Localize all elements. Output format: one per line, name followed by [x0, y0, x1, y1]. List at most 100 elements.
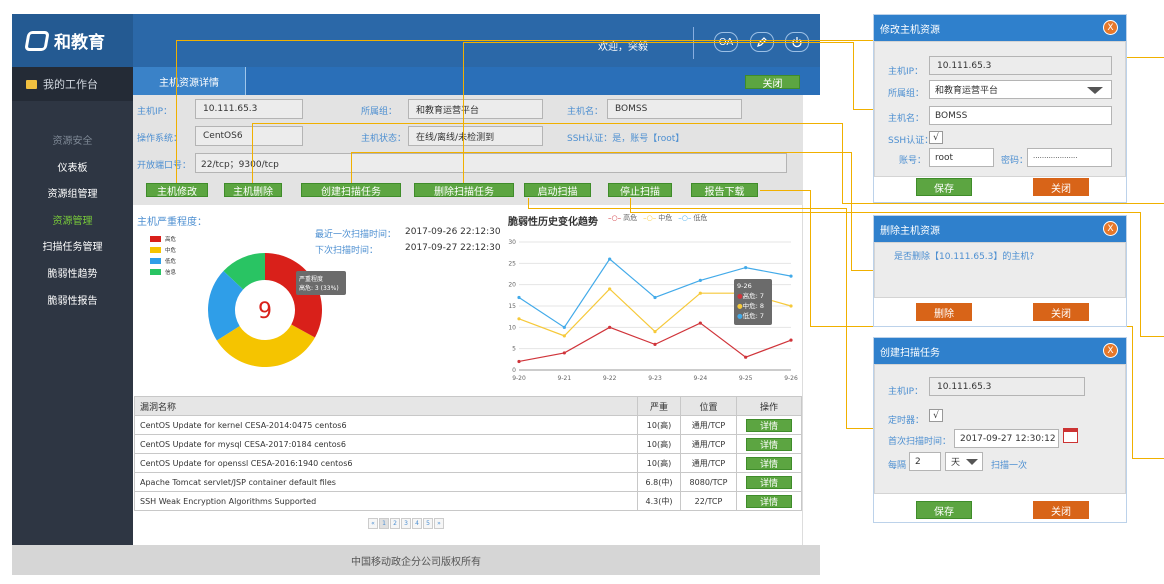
first-scan-time-input[interactable]: 2017-09-27 12:30:12 — [954, 429, 1059, 448]
timer-checkbox[interactable]: √ — [929, 409, 943, 422]
scan-ip-label: 主机IP： — [888, 387, 924, 397]
sidebar-item-resources[interactable]: 资源管理 — [12, 212, 133, 227]
interval-unit-select[interactable]: 天 — [945, 452, 983, 471]
edit-password-input[interactable]: ···················· — [1027, 148, 1112, 167]
delete-host-button[interactable]: 主机删除 — [224, 183, 282, 198]
edit-group-select[interactable]: 和教育运营平台 — [929, 80, 1112, 99]
edit-group-label: 所属组： — [888, 89, 925, 99]
page-link[interactable]: 1 — [379, 518, 389, 529]
y-tick-label: 30 — [508, 239, 516, 246]
close-icon[interactable]: X — [1103, 20, 1118, 35]
detail-button[interactable]: 详情 — [746, 494, 792, 508]
edit-hostname-input[interactable]: BOMSS — [929, 106, 1112, 125]
data-point — [698, 321, 702, 325]
sidebar-item-vuln-report[interactable]: 脆弱性报告 — [12, 292, 133, 307]
chevron-down-icon — [966, 459, 978, 465]
edit-save-button[interactable]: 保存 — [916, 178, 972, 196]
tab-host-detail[interactable]: 主机资源详情 — [133, 67, 246, 95]
page-link[interactable]: 4 — [412, 518, 422, 529]
edit-close-button[interactable]: 关闭 — [1033, 178, 1089, 196]
divider — [693, 27, 694, 59]
every-label: 每隔 — [888, 461, 907, 471]
y-tick-label: 25 — [508, 260, 516, 267]
vuln-name: CentOS Update for kernel CESA-2014:0475 … — [134, 415, 638, 435]
page-link[interactable]: » — [434, 518, 444, 529]
pagination: «1 2 3 4 5» — [368, 518, 444, 529]
detail-button[interactable]: 详情 — [746, 456, 792, 470]
edit-account-input[interactable]: root — [929, 148, 994, 167]
edit-host-button[interactable]: 主机修改 — [146, 183, 208, 198]
calendar-icon[interactable] — [1063, 428, 1078, 443]
data-point — [562, 325, 566, 329]
page-link[interactable]: 3 — [401, 518, 411, 529]
scan-save-button[interactable]: 保存 — [916, 501, 972, 519]
detail-button[interactable]: 详情 — [746, 418, 792, 432]
vuln-location: 通用/TCP — [680, 453, 737, 473]
data-point — [789, 304, 793, 308]
table-row: Apache Tomcat servlet/JSP container defa… — [134, 472, 802, 492]
data-point — [608, 257, 612, 261]
data-point — [517, 295, 521, 300]
trend-legend-item: –○– 高危 — [608, 214, 638, 222]
vuln-table: 漏洞名称 严重 位置 操作 CentOS Update for kernel C… — [134, 396, 802, 511]
footer: 中国移动政企分公司版权所有 — [12, 545, 820, 575]
series-line — [518, 322, 792, 363]
hostname-label: 主机名： — [567, 107, 604, 117]
sidebar-workbench[interactable]: 我的工作台 — [12, 67, 133, 101]
data-point — [562, 334, 566, 338]
start-scan-button[interactable]: 启动扫描 — [524, 183, 591, 198]
edit-dialog-header: 修改主机资源 X — [874, 15, 1126, 41]
data-point — [698, 278, 702, 282]
close-tab-button[interactable]: 关闭 — [745, 75, 800, 90]
create-scan-dialog: 创建扫描任务 X 主机IP： 10.111.65.3 定时器： √ 首次扫描时间：… — [873, 337, 1127, 523]
data-point — [744, 355, 748, 359]
close-icon[interactable]: X — [1103, 221, 1118, 236]
data-point — [789, 274, 793, 278]
severity-legend-item: 高危 — [150, 233, 176, 244]
vuln-location: 22/TCP — [680, 491, 737, 511]
col-name-header: 漏洞名称 — [134, 396, 638, 416]
scan-close-button[interactable]: 关闭 — [1033, 501, 1089, 519]
sidebar-item-resource-groups[interactable]: 资源组管理 — [12, 185, 133, 200]
sidebar-item-scan-tasks[interactable]: 扫描任务管理 — [12, 238, 133, 253]
legend-marker: –○– — [608, 214, 622, 222]
ip-value: 10.111.65.3 — [195, 99, 303, 119]
chevron-down-icon — [1087, 87, 1103, 94]
edit-account-label: 账号： — [899, 156, 927, 166]
edit-password-label: 密码： — [1001, 156, 1029, 166]
stop-scan-button[interactable]: 停止扫描 — [608, 183, 672, 198]
download-report-button[interactable]: 报告下载 — [691, 183, 758, 198]
table-row: CentOS Update for openssl CESA-2016:1940… — [134, 453, 802, 473]
vuln-name: Apache Tomcat servlet/JSP container defa… — [134, 472, 638, 492]
y-tick-label: 15 — [508, 303, 516, 310]
sidebar-item-dashboard[interactable]: 仪表板 — [12, 159, 133, 174]
sidebar-item-vuln-trend[interactable]: 脆弱性趋势 — [12, 265, 133, 280]
interval-number-input[interactable]: 2 — [909, 452, 941, 471]
detail-button[interactable]: 详情 — [746, 475, 792, 489]
x-tick-label: 9-22 — [603, 375, 617, 382]
page-link[interactable]: 5 — [423, 518, 433, 529]
book-icon — [26, 79, 37, 89]
donut-slice — [265, 253, 322, 338]
edit-ssh-label: SSH认证： — [888, 136, 934, 146]
vuln-severity: 6.8(中) — [637, 472, 681, 492]
severity-legend-item: 低危 — [150, 255, 176, 266]
x-tick-label: 9-20 — [512, 375, 526, 382]
page-link[interactable]: « — [368, 518, 378, 529]
page-link[interactable]: 2 — [390, 518, 400, 529]
detail-button[interactable]: 详情 — [746, 437, 792, 451]
legend-swatch — [150, 246, 161, 253]
data-point — [608, 325, 612, 329]
y-tick-label: 0 — [512, 367, 516, 374]
scan-ip-field: 10.111.65.3 — [929, 377, 1085, 396]
donut-tooltip: 严重程度 高危: 3 (33%) — [296, 271, 346, 295]
col-severity-header: 严重 — [637, 396, 681, 416]
delete-scan-task-button[interactable]: 删除扫描任务 — [414, 183, 514, 198]
delete-close-button[interactable]: 关闭 — [1033, 303, 1089, 321]
data-point — [653, 342, 657, 346]
ssh-checkbox[interactable]: √ — [929, 131, 943, 144]
close-icon[interactable]: X — [1103, 343, 1118, 358]
create-scan-task-button[interactable]: 创建扫描任务 — [301, 183, 401, 198]
delete-confirm-button[interactable]: 删除 — [916, 303, 972, 321]
table-row: CentOS Update for kernel CESA-2014:0475 … — [134, 415, 802, 435]
